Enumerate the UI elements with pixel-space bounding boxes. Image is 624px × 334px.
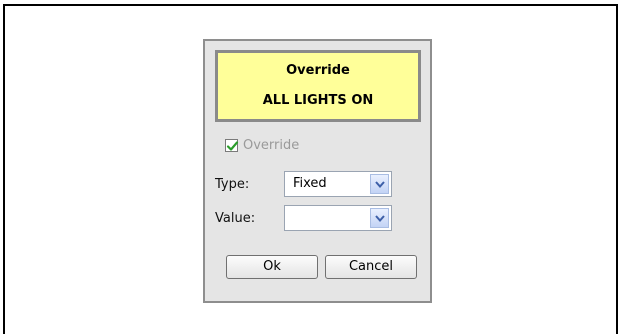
override-dialog: Override ALL LIGHTS ON Override Type: Fi… [203, 39, 432, 303]
status-panel: Override ALL LIGHTS ON [215, 50, 421, 122]
chevron-down-icon [375, 181, 385, 188]
checkmark-icon [226, 140, 239, 151]
chevron-down-icon [375, 215, 385, 222]
ok-button[interactable]: Ok [226, 255, 318, 279]
status-title: Override [286, 63, 350, 78]
type-select-value: Fixed [293, 176, 327, 191]
override-row: Override [225, 136, 299, 154]
type-row: Type: Fixed [215, 171, 392, 197]
value-select[interactable] [284, 205, 392, 231]
cancel-button[interactable]: Cancel [325, 255, 417, 279]
override-checkbox[interactable] [225, 138, 239, 152]
type-dropdown-button[interactable] [370, 174, 389, 194]
status-message: ALL LIGHTS ON [262, 93, 374, 108]
override-label: Override [243, 137, 300, 153]
value-dropdown-button[interactable] [370, 208, 389, 228]
type-label: Type: [215, 176, 250, 192]
type-select[interactable]: Fixed [284, 171, 392, 197]
value-label: Value: [215, 210, 256, 226]
value-row: Value: [215, 205, 392, 231]
